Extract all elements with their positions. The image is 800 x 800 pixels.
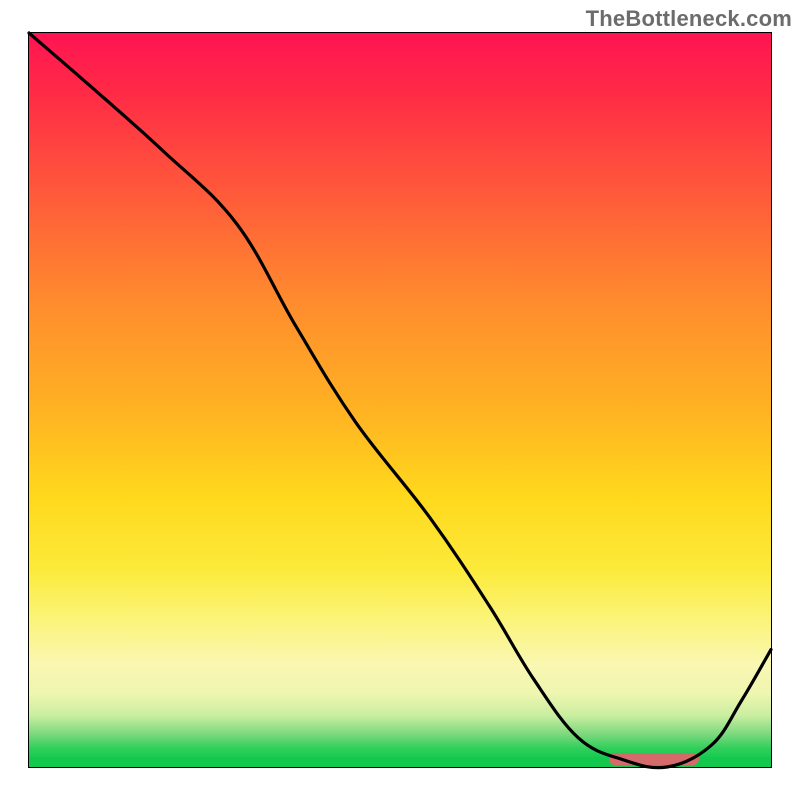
chart-area	[28, 32, 772, 768]
bottleneck-curve	[29, 33, 771, 767]
bottleneck-curve-path	[29, 33, 771, 768]
watermark-text: TheBottleneck.com	[586, 6, 792, 32]
